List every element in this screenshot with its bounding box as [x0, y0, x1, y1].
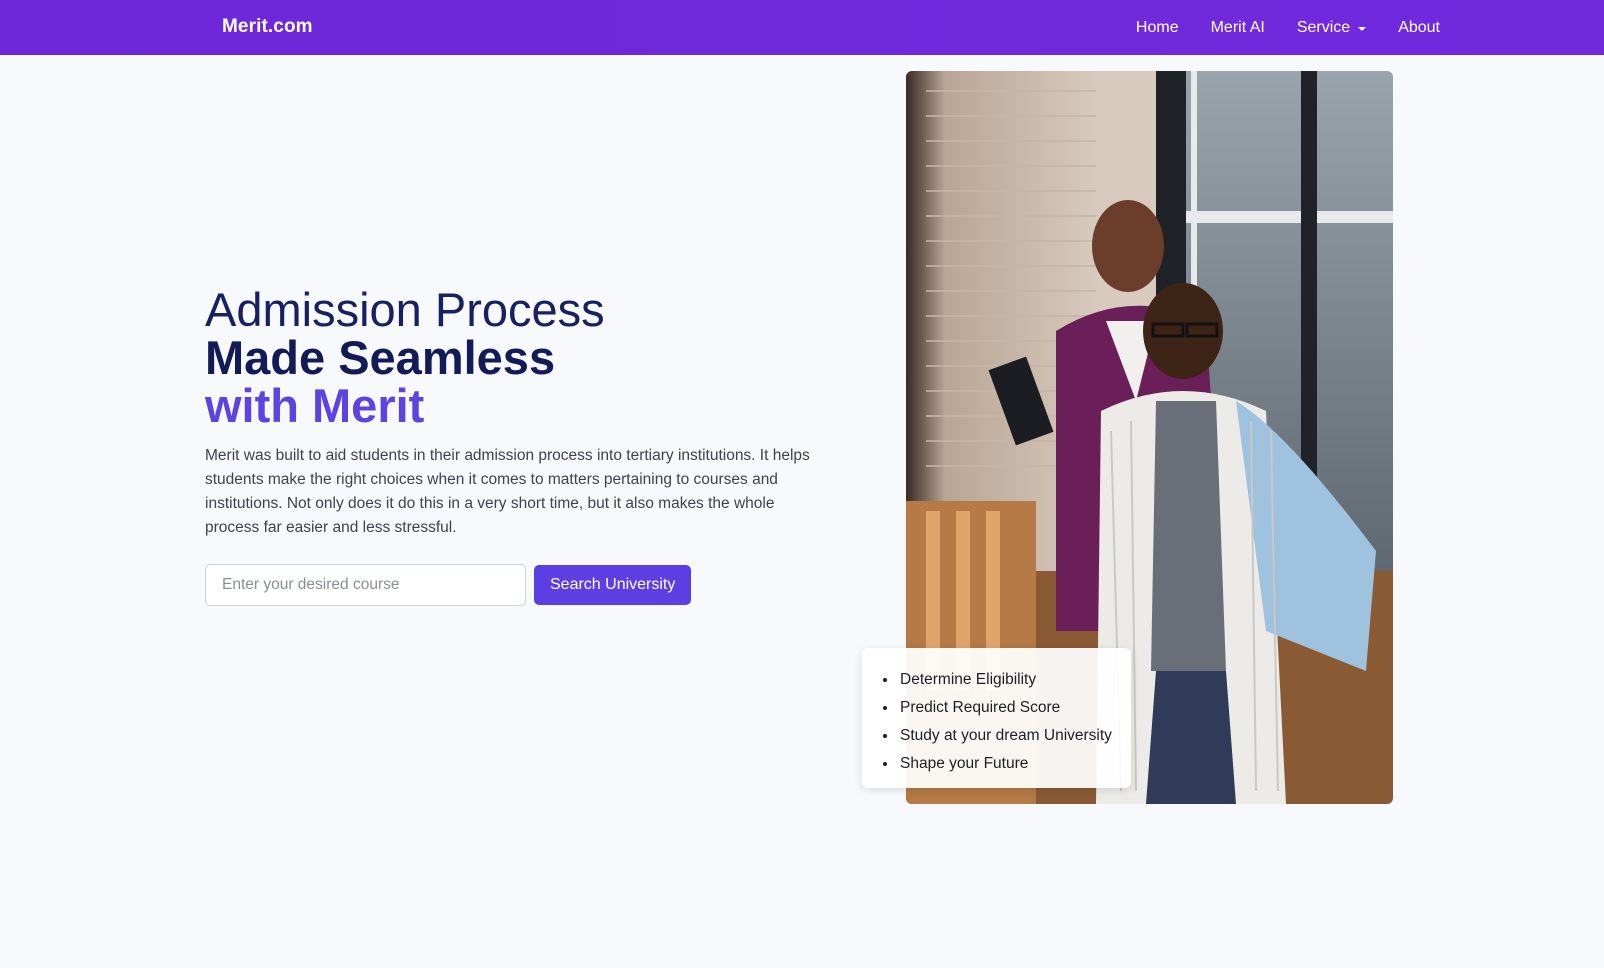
- hero-title: Admission Process Made Seamless with Mer…: [205, 286, 605, 430]
- feature-item: Predict Required Score: [898, 694, 1131, 722]
- course-search-form: Search University: [205, 564, 692, 606]
- feature-card: Determine Eligibility Predict Required S…: [862, 648, 1131, 788]
- nav-links: Home Merit AI Service About: [1104, 0, 1440, 55]
- feature-item: Study at your dream University: [898, 722, 1131, 750]
- hero-title-line-2: Made Seamless: [205, 331, 556, 384]
- hero-title-line-3: with Merit: [205, 379, 425, 432]
- nav-link-about-label: About: [1398, 18, 1440, 36]
- search-university-button[interactable]: Search University: [534, 565, 692, 605]
- nav-link-about[interactable]: About: [1398, 19, 1440, 37]
- caret-down-icon: [1358, 26, 1367, 31]
- feature-item: Determine Eligibility: [898, 666, 1131, 694]
- nav-link-merit-ai-label: Merit AI: [1210, 18, 1265, 36]
- nav-dropdown-service[interactable]: Service: [1296, 18, 1367, 37]
- nav-link-service-label: Service: [1296, 18, 1351, 36]
- nav-link-merit-ai[interactable]: Merit AI: [1211, 19, 1265, 37]
- hero-description: Merit was built to aid students in their…: [205, 447, 810, 536]
- feature-list: Determine Eligibility Predict Required S…: [898, 666, 1131, 778]
- hero-title-line-1: Admission Process: [205, 283, 605, 336]
- navbar: Merit.com Home Merit AI Service About: [0, 0, 1604, 55]
- brand-logo-link[interactable]: Merit.com: [222, 0, 313, 55]
- nav-link-home-label: Home: [1135, 18, 1179, 36]
- nav-link-home[interactable]: Home: [1136, 19, 1179, 37]
- feature-item: Shape your Future: [898, 750, 1131, 778]
- course-search-input[interactable]: [205, 564, 526, 606]
